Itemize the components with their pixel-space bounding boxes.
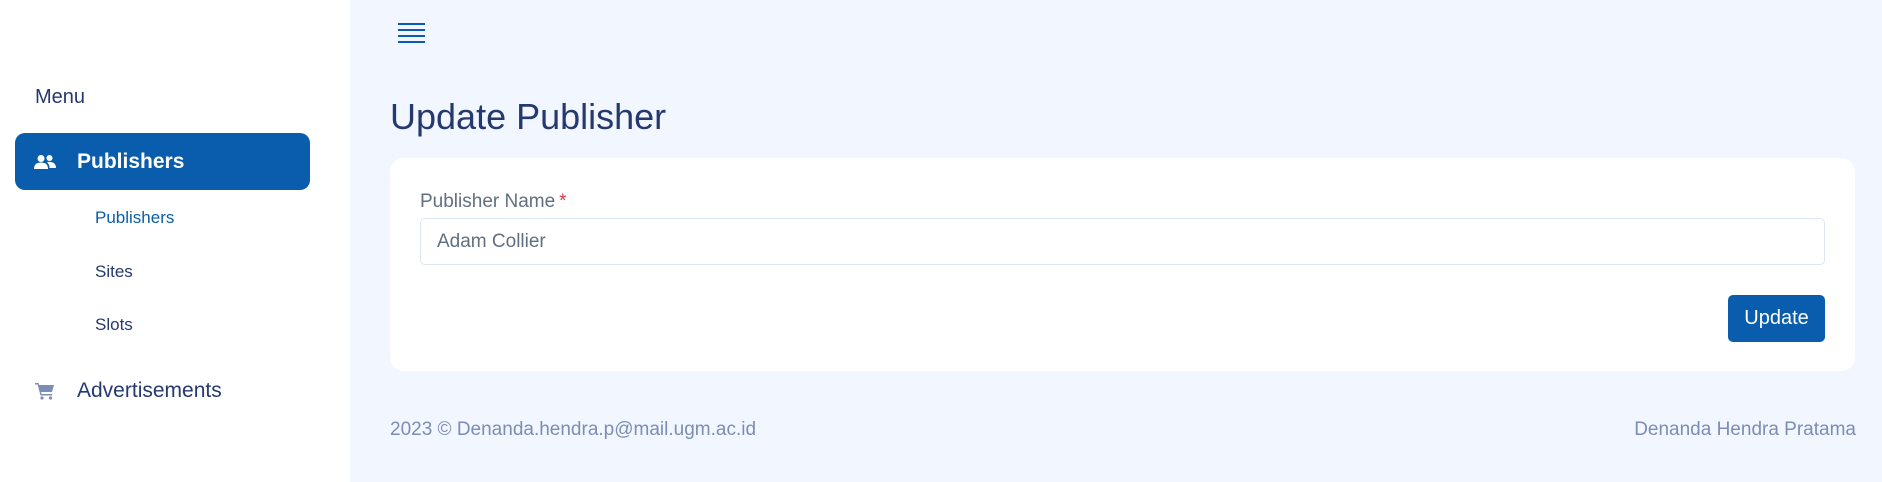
submenu-item-sites[interactable]: Sites bbox=[95, 262, 133, 282]
sidebar-item-label: Advertisements bbox=[77, 378, 222, 402]
hamburger-icon[interactable] bbox=[398, 20, 426, 46]
publisher-name-input[interactable] bbox=[420, 218, 1825, 265]
required-mark: * bbox=[559, 191, 567, 212]
sidebar-item-label: Publishers bbox=[77, 149, 185, 173]
form-card: Publisher Name* Update bbox=[390, 158, 1855, 371]
cart-icon bbox=[33, 379, 57, 403]
sidebar: Menu Publishers Publishers Sites Slots A… bbox=[0, 0, 350, 482]
submenu-item-slots[interactable]: Slots bbox=[95, 315, 133, 335]
footer-author: Denanda Hendra Pratama bbox=[1634, 419, 1856, 440]
update-button[interactable]: Update bbox=[1728, 295, 1825, 342]
footer-copyright: 2023 © Denanda.hendra.p@mail.ugm.ac.id bbox=[390, 419, 757, 440]
submenu-item-publishers[interactable]: Publishers bbox=[95, 208, 174, 228]
publisher-name-label-text: Publisher Name bbox=[420, 191, 556, 212]
sidebar-item-publishers[interactable]: Publishers bbox=[15, 133, 310, 190]
sidebar-item-advertisements[interactable]: Advertisements bbox=[15, 362, 310, 419]
menu-title: Menu bbox=[35, 86, 86, 108]
page-title: Update Publisher bbox=[390, 96, 667, 137]
people-icon bbox=[33, 150, 57, 174]
publisher-name-label: Publisher Name * bbox=[420, 191, 567, 213]
